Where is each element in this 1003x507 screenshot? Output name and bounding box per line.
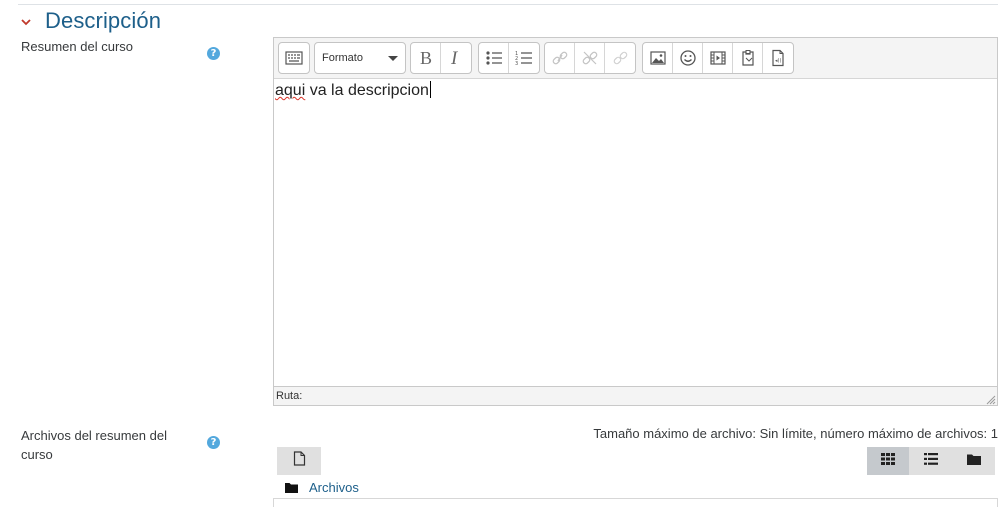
max-file-info: Tamaño máximo de archivo: Sin límite, nú… — [593, 426, 998, 441]
section-header-descripcion[interactable]: Descripción — [20, 8, 161, 34]
toolbar-group-lists: 123 — [478, 42, 540, 74]
content-text: va la descripcion — [305, 82, 429, 99]
resize-handle-icon[interactable] — [985, 393, 996, 405]
misspelled-word: aqui — [275, 82, 306, 99]
summary-editor: Formato B I 123 ◂)) aqui va la descripci… — [273, 37, 998, 406]
toolbar-group-style: B I — [410, 42, 472, 74]
svg-text:3: 3 — [515, 61, 518, 66]
section-title: Descripción — [45, 8, 162, 33]
italic-icon[interactable]: I — [441, 43, 471, 73]
caret-down-icon — [388, 56, 398, 61]
toolbar-group-media: ◂)) — [642, 42, 794, 74]
file-drop-area[interactable] — [273, 498, 998, 507]
format-dropdown[interactable]: Formato — [315, 43, 405, 73]
image-icon[interactable] — [643, 43, 673, 73]
unordered-list-icon[interactable] — [479, 43, 509, 73]
list-view-icon — [923, 452, 938, 470]
help-icon[interactable]: ? — [207, 436, 220, 449]
svg-text:B: B — [420, 49, 432, 67]
manage-links-icon[interactable] — [605, 43, 635, 73]
editor-content[interactable]: aqui va la descripcion — [274, 79, 997, 386]
chevron-down-icon[interactable] — [20, 16, 32, 28]
folder-view-icon — [966, 452, 981, 470]
editor-statusbar: Ruta: — [274, 386, 997, 405]
top-divider — [18, 4, 998, 5]
path-label: Ruta: — [276, 390, 303, 402]
text-caret — [429, 81, 431, 98]
ordered-list-icon[interactable]: 123 — [509, 43, 539, 73]
folder-path[interactable]: Archivos — [285, 480, 359, 495]
folder-label[interactable]: Archivos — [309, 480, 359, 495]
svg-text:◂)): ◂)) — [775, 58, 781, 64]
editor-toolbar: Formato B I 123 ◂)) — [274, 38, 997, 79]
toolbar-group-toggle — [278, 42, 310, 74]
grid-view-button[interactable] — [867, 447, 909, 475]
files-label: Archivos del resumen del curso — [21, 428, 167, 462]
svg-text:I: I — [450, 49, 459, 67]
media-icon[interactable] — [703, 43, 733, 73]
bold-icon[interactable]: B — [411, 43, 441, 73]
toolbar-group-format: Formato — [314, 42, 406, 74]
grid-view-icon — [881, 452, 895, 470]
file-icon — [293, 451, 306, 471]
help-icon[interactable]: ? — [207, 47, 220, 60]
add-file-button[interactable] — [277, 447, 321, 475]
link-icon[interactable] — [545, 43, 575, 73]
folder-view-button[interactable] — [952, 447, 995, 475]
media-file-icon[interactable]: ◂)) — [763, 43, 793, 73]
unlink-icon[interactable] — [575, 43, 605, 73]
format-label: Formato — [322, 52, 363, 64]
folder-icon — [285, 482, 298, 493]
manage-files-icon[interactable] — [733, 43, 763, 73]
list-view-button[interactable] — [909, 447, 952, 475]
toolbar-group-links — [544, 42, 636, 74]
summary-label: Resumen del curso — [21, 39, 133, 54]
toolbar-toggle-icon[interactable] — [279, 43, 309, 73]
emoji-icon[interactable] — [673, 43, 703, 73]
